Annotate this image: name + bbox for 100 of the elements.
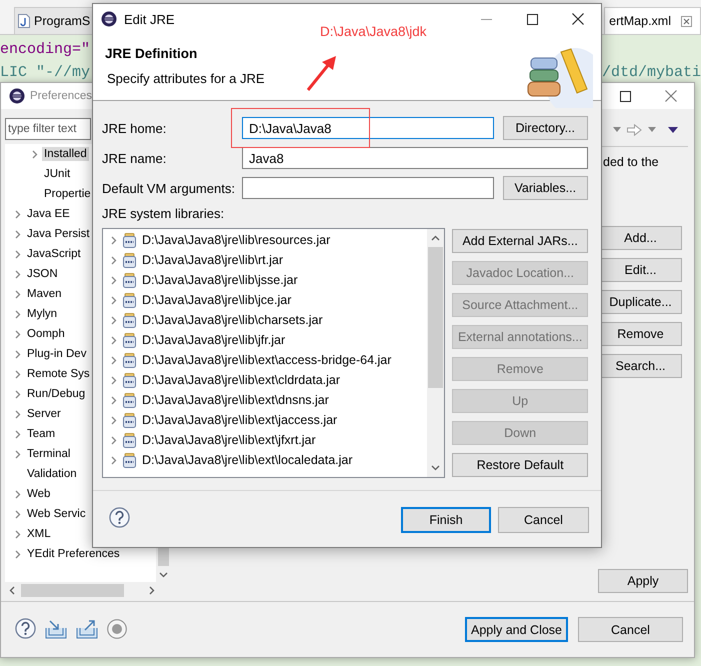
dialog-button[interactable]: Cancel — [578, 617, 683, 642]
chevron-icon[interactable] — [15, 270, 21, 278]
tree-item[interactable]: Java Persist — [25, 227, 92, 241]
scroll-thumb[interactable] — [158, 548, 169, 566]
chevron-icon[interactable] — [15, 510, 21, 518]
chevron-icon[interactable] — [111, 396, 117, 404]
tree-item[interactable]: JUnit — [42, 167, 72, 181]
help-icon[interactable] — [15, 618, 36, 639]
library-button[interactable]: Restore Default — [452, 453, 588, 477]
chevron-icon[interactable] — [111, 316, 117, 324]
tree-item[interactable]: Validation — [25, 467, 79, 481]
chevron-icon[interactable] — [111, 276, 117, 284]
library-path[interactable]: D:\Java\Java8\jre\lib\jce.jar — [142, 293, 292, 307]
dropdown-icon[interactable] — [613, 127, 621, 132]
chevron-icon[interactable] — [111, 376, 117, 384]
tree-item[interactable]: Server — [25, 407, 63, 421]
chevron-icon[interactable] — [15, 210, 21, 218]
tree-item[interactable]: Plug-in Dev — [25, 347, 88, 361]
vertical-scrollbar[interactable] — [427, 229, 444, 477]
tree-item[interactable]: Java EE — [25, 207, 72, 221]
chevron-icon[interactable] — [15, 430, 21, 438]
chevron-icon[interactable] — [111, 456, 117, 464]
library-path[interactable]: D:\Java\Java8\jre\lib\rt.jar — [142, 253, 284, 267]
library-path[interactable]: D:\Java\Java8\jre\lib\resources.jar — [142, 233, 330, 247]
tree-item[interactable]: XML — [25, 527, 53, 541]
scroll-down-icon[interactable] — [431, 465, 440, 471]
dialog-button[interactable]: Cancel — [498, 507, 589, 533]
dialog-button[interactable]: Apply and Close — [465, 617, 568, 642]
dialog-button[interactable]: Finish — [401, 507, 491, 533]
export-icon[interactable] — [76, 618, 98, 638]
library-path[interactable]: D:\Java\Java8\jre\lib\ext\cldrdata.jar — [142, 373, 340, 387]
tree-item[interactable]: Propertie — [42, 187, 93, 201]
dropdown-icon[interactable] — [648, 127, 656, 132]
library-path[interactable]: D:\Java\Java8\jre\lib\ext\jaccess.jar — [142, 413, 338, 427]
close-icon[interactable] — [572, 13, 584, 25]
chevron-icon[interactable] — [111, 416, 117, 424]
scroll-up-icon[interactable] — [431, 235, 440, 241]
chevron-icon[interactable] — [15, 350, 21, 358]
tree-item[interactable]: Oomph — [25, 327, 67, 341]
scroll-left-icon[interactable] — [9, 586, 15, 595]
chevron-icon[interactable] — [15, 410, 21, 418]
action-button[interactable]: Remove — [599, 322, 682, 346]
import-icon[interactable] — [45, 618, 67, 638]
chevron-icon[interactable] — [15, 490, 21, 498]
scroll-down-icon[interactable] — [159, 572, 168, 578]
input-field[interactable] — [242, 177, 494, 199]
tree-item[interactable]: Maven — [25, 287, 64, 301]
chevron-icon[interactable] — [15, 530, 21, 538]
tree-item[interactable]: Team — [25, 427, 58, 441]
apply-button[interactable]: Apply — [598, 569, 688, 593]
tree-item[interactable]: Web Servic — [25, 507, 88, 521]
library-path[interactable]: D:\Java\Java8\jre\lib\ext\localedata.jar — [142, 453, 353, 467]
action-button[interactable]: Duplicate... — [599, 290, 682, 314]
chevron-icon[interactable] — [111, 336, 117, 344]
input-field[interactable]: Java8 — [242, 147, 588, 169]
tree-item[interactable]: Installed — [42, 147, 89, 161]
filter-field[interactable]: type filter text — [5, 118, 91, 140]
forward-icon[interactable] — [627, 124, 642, 136]
chevron-icon[interactable] — [15, 390, 21, 398]
library-path[interactable]: D:\Java\Java8\jre\lib\charsets.jar — [142, 313, 323, 327]
action-button[interactable]: Edit... — [599, 258, 682, 282]
tree-item[interactable]: Web — [25, 487, 52, 501]
scroll-right-icon[interactable] — [149, 586, 155, 595]
chevron-icon[interactable] — [15, 330, 21, 338]
maximize-icon[interactable] — [526, 14, 538, 24]
library-path[interactable]: D:\Java\Java8\jre\lib\ext\access-bridge-64.jar — [142, 353, 392, 367]
chevron-icon[interactable] — [15, 250, 21, 258]
tree-item[interactable]: JSON — [25, 267, 60, 281]
tree-item[interactable]: Terminal — [25, 447, 72, 461]
chevron-icon[interactable] — [111, 356, 117, 364]
chevron-icon[interactable] — [15, 290, 21, 298]
record-icon[interactable] — [107, 618, 127, 638]
chevron-icon[interactable] — [111, 436, 117, 444]
tree-item[interactable]: Mylyn — [25, 307, 60, 321]
browse-button[interactable]: Directory... — [502, 116, 588, 140]
action-button[interactable]: Search... — [599, 354, 682, 378]
action-button[interactable]: Add... — [599, 226, 682, 250]
input-field[interactable]: D:\Java\Java8 — [242, 117, 494, 139]
maximize-icon[interactable] — [620, 90, 630, 102]
tree-item[interactable]: JavaScript — [25, 247, 83, 261]
scroll-thumb[interactable] — [21, 584, 124, 597]
chevron-icon[interactable] — [111, 236, 117, 244]
chevron-icon[interactable] — [15, 450, 21, 458]
library-path[interactable]: D:\Java\Java8\jre\lib\jfr.jar — [142, 333, 286, 347]
scroll-thumb[interactable] — [428, 247, 444, 388]
tree-item[interactable]: Run/Debug — [25, 387, 88, 401]
library-button[interactable]: Add External JARs... — [452, 229, 588, 253]
browse-button[interactable]: Variables... — [502, 176, 588, 200]
editor-tab[interactable]: ertMap.xml — [604, 7, 701, 34]
help-icon[interactable] — [109, 507, 130, 528]
chevron-icon[interactable] — [15, 310, 21, 318]
library-path[interactable]: D:\Java\Java8\jre\lib\ext\dnsns.jar — [142, 393, 329, 407]
chevron-icon[interactable] — [32, 150, 38, 158]
chevron-icon[interactable] — [111, 256, 117, 264]
library-path[interactable]: D:\Java\Java8\jre\lib\jsse.jar — [142, 273, 298, 287]
tree-item[interactable]: Remote Sys — [25, 367, 92, 381]
tree-item[interactable]: YEdit Preferences — [25, 547, 122, 561]
chevron-icon[interactable] — [15, 550, 21, 558]
view-menu-icon[interactable] — [668, 126, 678, 132]
chevron-icon[interactable] — [111, 296, 117, 304]
